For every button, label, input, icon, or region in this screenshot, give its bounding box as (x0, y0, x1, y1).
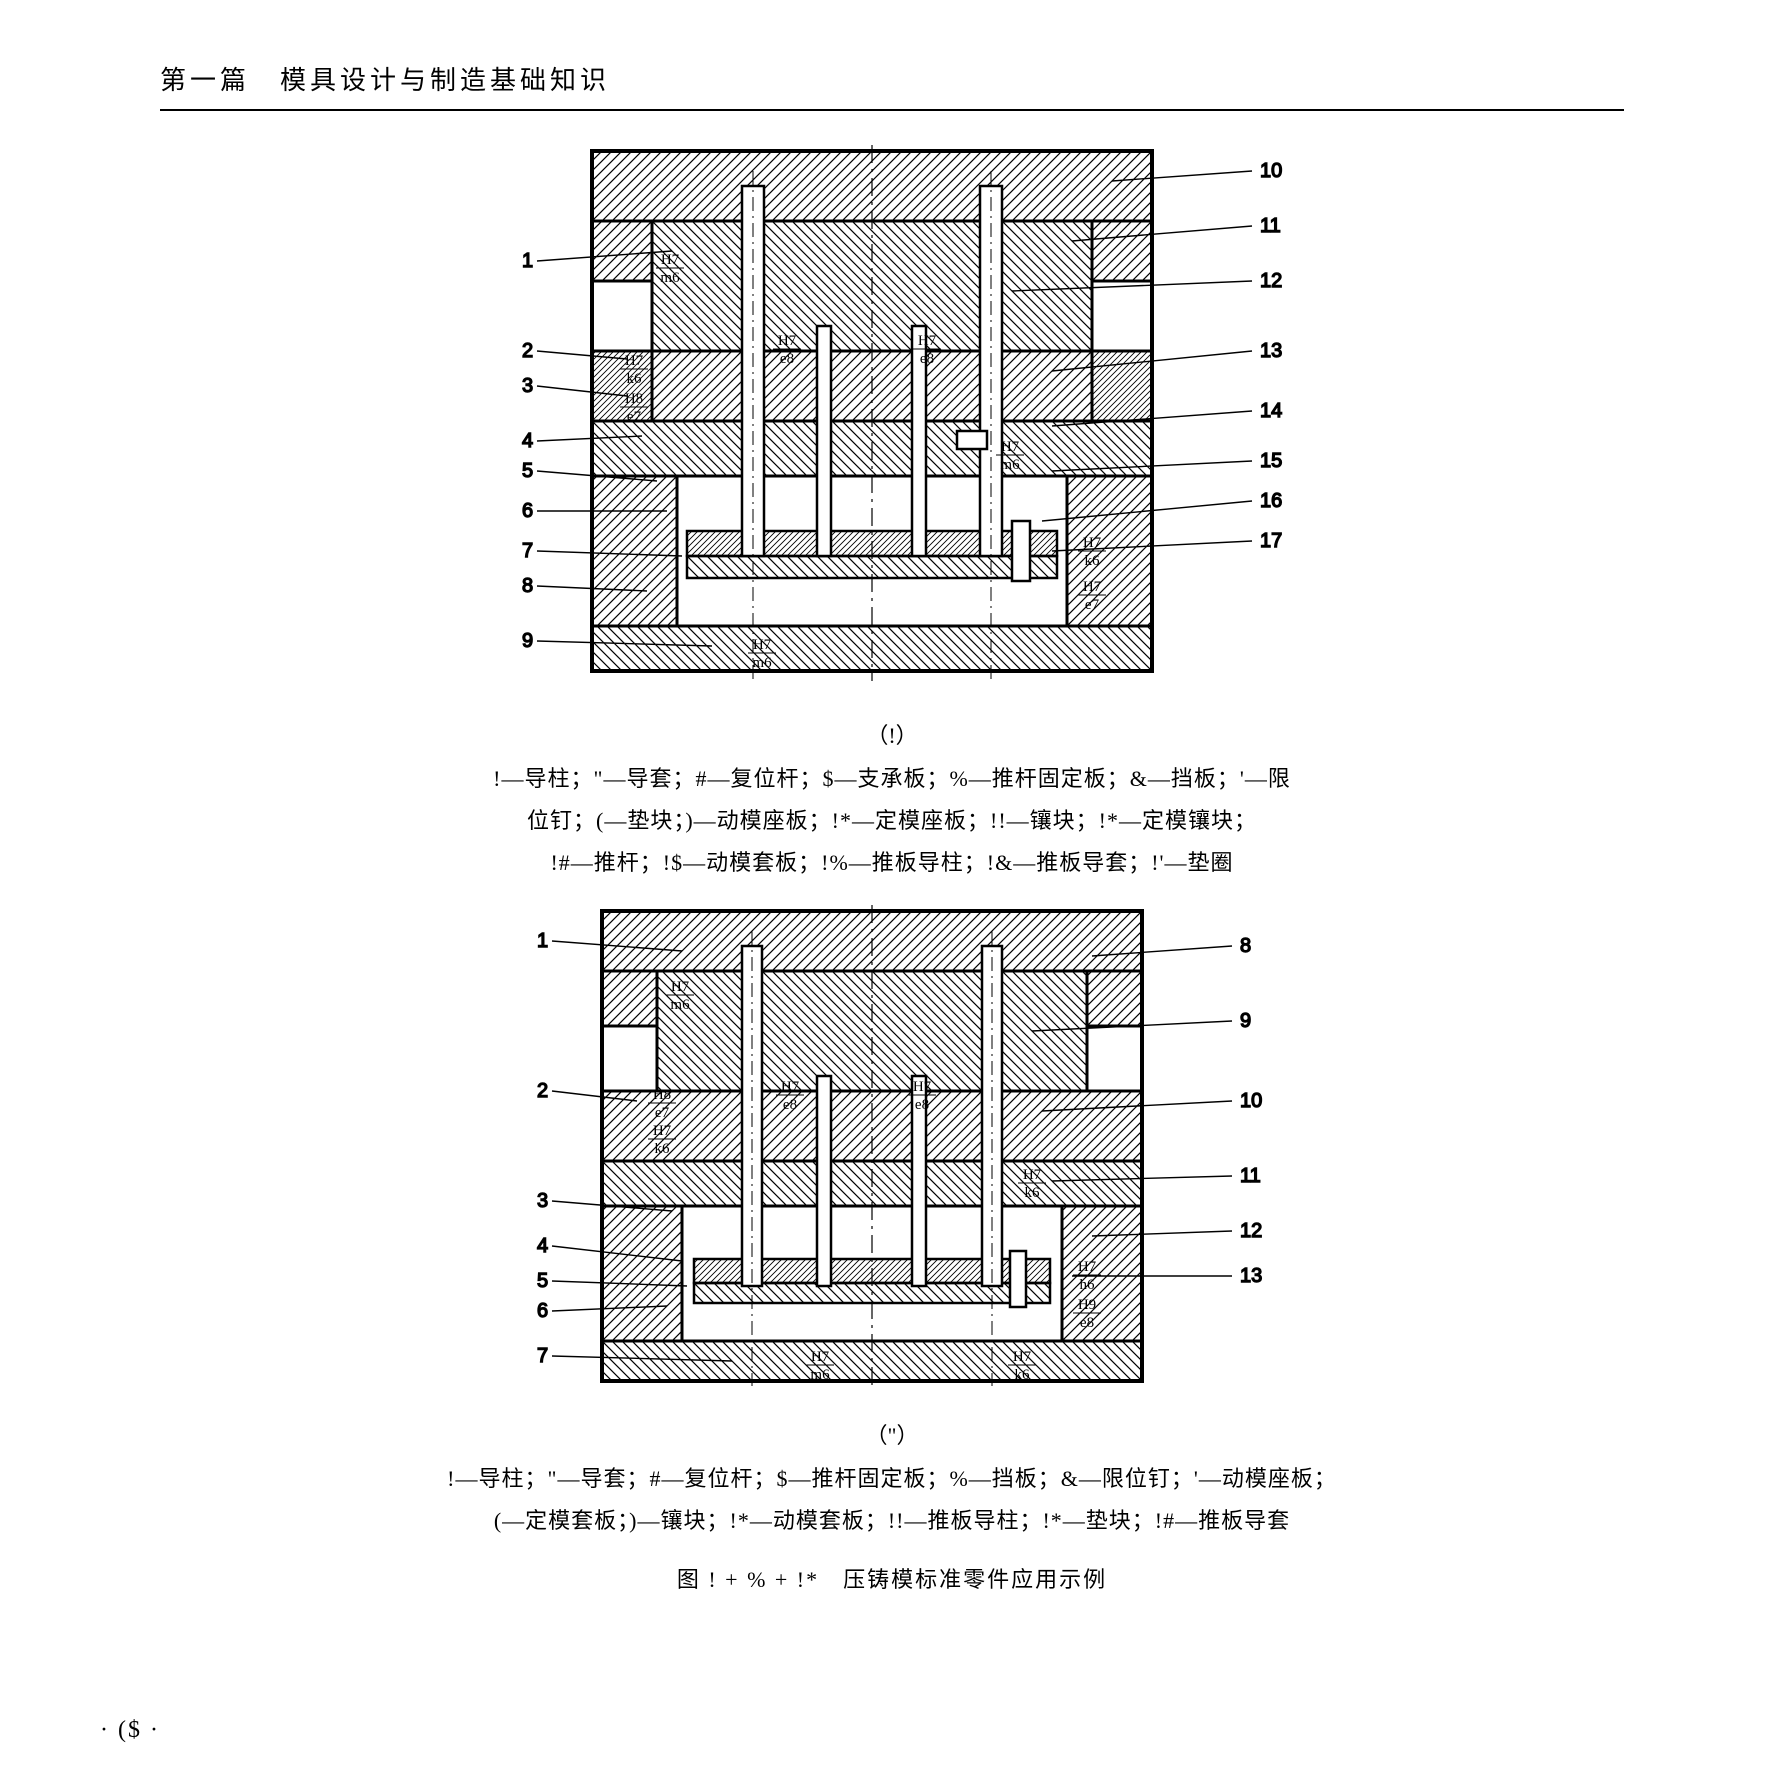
figure-b-legend: !—导柱；"—导套；#—复位杆；$—推杆固定板；%—挡板；&—限位钉；'—动模座… (402, 1458, 1382, 1542)
svg-text:e8: e8 (783, 1097, 797, 1113)
figure-a: H7 m6 H7 k6 H8 e7 H7 e8 H7 (412, 141, 1372, 701)
figure-b-sublabel: （"） (160, 1418, 1624, 1450)
page: 第一篇 模具设计与制造基础知识 (0, 0, 1784, 1784)
svg-text:H7: H7 (625, 353, 644, 369)
svg-text:12: 12 (1240, 1220, 1262, 1242)
svg-text:9: 9 (522, 630, 533, 652)
svg-text:k6: k6 (1025, 1185, 1041, 1201)
svg-text:H8: H8 (625, 391, 643, 407)
svg-text:14: 14 (1260, 400, 1282, 422)
figure-b-svg: H7 m6 H8 e7 H7 k6 H7 e8 H7 (432, 901, 1352, 1401)
figure-a-sublabel: （!） (160, 718, 1624, 750)
svg-text:H7: H7 (1023, 1167, 1042, 1183)
svg-text:H7: H7 (661, 252, 680, 268)
svg-text:H7: H7 (653, 1123, 672, 1139)
svg-text:1: 1 (522, 250, 533, 272)
svg-text:7: 7 (537, 1345, 548, 1367)
svg-text:10: 10 (1260, 160, 1282, 182)
svg-text:m6: m6 (660, 270, 680, 286)
svg-text:H9: H9 (1078, 1297, 1096, 1313)
svg-text:m6: m6 (810, 1367, 830, 1383)
svg-text:16: 16 (1260, 490, 1282, 512)
svg-text:H7: H7 (1001, 439, 1020, 455)
svg-text:13: 13 (1260, 340, 1282, 362)
svg-text:3: 3 (537, 1190, 548, 1212)
svg-text:7: 7 (522, 540, 533, 562)
svg-text:e8: e8 (920, 351, 934, 367)
svg-text:2: 2 (522, 340, 533, 362)
svg-text:H7: H7 (753, 637, 772, 653)
svg-text:k6: k6 (1085, 553, 1101, 569)
svg-text:e7: e7 (1085, 597, 1100, 613)
svg-text:15: 15 (1260, 450, 1282, 472)
svg-text:4: 4 (522, 430, 533, 452)
svg-text:H7: H7 (811, 1349, 830, 1365)
svg-text:e8: e8 (915, 1097, 929, 1113)
svg-text:1: 1 (537, 930, 548, 952)
svg-text:10: 10 (1240, 1090, 1262, 1112)
svg-text:6: 6 (522, 500, 533, 522)
svg-text:11: 11 (1260, 215, 1281, 237)
svg-text:e7: e7 (627, 409, 642, 425)
svg-text:H7: H7 (913, 1079, 932, 1095)
figure-a-legend: !—导柱；"—导套；#—复位杆；$—支承板；%—推杆固定板；&—挡板；'—限 位… (402, 758, 1382, 883)
figure-area: H7 m6 H7 k6 H8 e7 H7 e8 H7 (160, 141, 1624, 1594)
svg-text:H7: H7 (671, 979, 690, 995)
svg-text:6: 6 (537, 1300, 548, 1322)
svg-text:H7: H7 (1013, 1349, 1032, 1365)
svg-text:12: 12 (1260, 270, 1282, 292)
svg-text:H7: H7 (1078, 1259, 1097, 1275)
svg-text:8: 8 (522, 575, 533, 597)
svg-text:5: 5 (537, 1270, 548, 1292)
svg-text:5: 5 (522, 460, 533, 482)
svg-text:11: 11 (1240, 1165, 1261, 1187)
svg-text:m6: m6 (1000, 457, 1020, 473)
svg-text:13: 13 (1240, 1265, 1262, 1287)
svg-text:H7: H7 (778, 333, 797, 349)
figure-b: H7 m6 H8 e7 H7 k6 H7 e8 H7 (432, 901, 1352, 1401)
svg-text:H7: H7 (781, 1079, 800, 1095)
svg-text:3: 3 (522, 375, 533, 397)
svg-text:k6: k6 (655, 1141, 671, 1157)
figure-a-svg: H7 m6 H7 k6 H8 e7 H7 e8 H7 (412, 141, 1372, 701)
svg-text:9: 9 (1240, 1010, 1251, 1032)
svg-text:k6: k6 (627, 371, 643, 387)
svg-text:4: 4 (537, 1235, 548, 1257)
svg-text:H7: H7 (1083, 579, 1102, 595)
svg-text:17: 17 (1260, 530, 1282, 552)
page-header: 第一篇 模具设计与制造基础知识 (160, 60, 1624, 111)
svg-text:e8: e8 (1080, 1315, 1094, 1331)
svg-text:8: 8 (1240, 935, 1251, 957)
svg-text:h6: h6 (1080, 1277, 1096, 1293)
svg-text:H8: H8 (653, 1087, 671, 1103)
figure-caption: 图 ! + % + !* 压铸模标准零件应用示例 (160, 1562, 1624, 1594)
svg-text:2: 2 (537, 1080, 548, 1102)
svg-text:e7: e7 (655, 1105, 670, 1121)
svg-text:k6: k6 (1015, 1367, 1031, 1383)
svg-text:e8: e8 (780, 351, 794, 367)
svg-text:H7: H7 (918, 333, 937, 349)
page-number: · ($ · (100, 1717, 160, 1744)
svg-text:m6: m6 (670, 997, 690, 1013)
svg-text:m6: m6 (752, 655, 772, 671)
header-title: 第一篇 模具设计与制造基础知识 (160, 66, 610, 95)
